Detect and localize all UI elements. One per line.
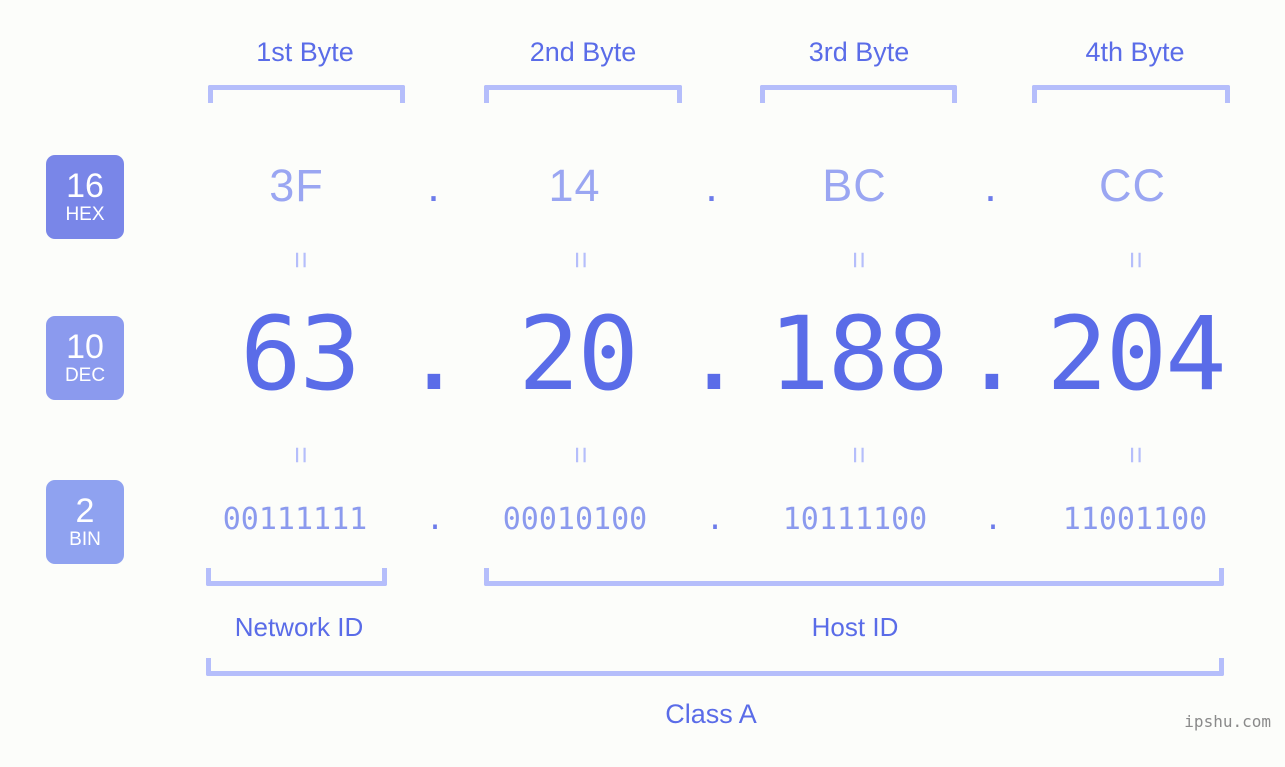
class-label: Class A xyxy=(665,699,757,729)
radix-badge-hex-name: HEX xyxy=(65,203,105,225)
dec-octet-3: 188 xyxy=(768,295,948,414)
byte-header-3: 3rd Byte xyxy=(808,37,910,67)
hex-separator-3: . xyxy=(984,160,998,211)
equals-sign-hex-dec-1: = xyxy=(284,251,317,269)
equals-sign-dec-bin-1: = xyxy=(284,446,317,464)
bin-octet-2: 00010100 xyxy=(502,502,648,537)
equals-sign-dec-bin-4: = xyxy=(1119,446,1152,464)
dec-separator-2: . xyxy=(683,295,744,414)
equals-sign-hex-dec-4: = xyxy=(1119,251,1152,269)
radix-badge-bin-number: 2 xyxy=(75,491,95,530)
bin-octet-4: 11001100 xyxy=(1062,502,1208,537)
hex-octet-1: 3F xyxy=(269,160,324,211)
bin-octet-1: 00111111 xyxy=(222,502,368,537)
byte-bracket-3 xyxy=(760,85,957,103)
bin-separator-1: . xyxy=(425,502,445,537)
hex-octet-2: 14 xyxy=(548,160,601,211)
radix-badge-dec-name: DEC xyxy=(64,364,106,386)
dec-octet-2: 20 xyxy=(518,295,639,414)
dec-octet-4: 204 xyxy=(1046,295,1226,414)
byte-header-1: 1st Byte xyxy=(256,37,354,67)
site-watermark: ipshu.com xyxy=(1184,712,1271,731)
equals-sign-hex-dec-2: = xyxy=(564,251,597,269)
byte-bracket-4 xyxy=(1032,85,1230,103)
byte-header-4: 4th Byte xyxy=(1085,37,1185,67)
hex-octet-4: CC xyxy=(1099,160,1166,211)
class-bracket xyxy=(206,658,1224,676)
host-id-label: Host ID xyxy=(811,612,899,642)
hex-separator-1: . xyxy=(427,160,441,211)
equals-sign-dec-bin-3: = xyxy=(842,446,875,464)
radix-badge-hex-number: 16 xyxy=(66,166,104,205)
radix-badge-dec-number: 10 xyxy=(66,327,104,366)
equals-sign-dec-bin-2: = xyxy=(564,446,597,464)
byte-bracket-1 xyxy=(208,85,405,103)
radix-badge-bin: 2 BIN xyxy=(46,480,124,564)
radix-badge-bin-name: BIN xyxy=(69,528,101,550)
ip-address-breakdown-diagram: 1st Byte 2nd Byte 3rd Byte 4th Byte 16 H… xyxy=(0,0,1285,767)
hex-separator-2: . xyxy=(705,160,719,211)
dec-separator-3: . xyxy=(961,295,1022,414)
host-id-bracket xyxy=(484,568,1224,586)
dec-separator-1: . xyxy=(403,295,464,414)
radix-badge-dec: 10 DEC xyxy=(46,316,124,400)
equals-sign-hex-dec-3: = xyxy=(842,251,875,269)
bin-octet-3: 10111100 xyxy=(782,502,928,537)
network-id-bracket xyxy=(206,568,387,586)
bin-separator-3: . xyxy=(983,502,1003,537)
byte-bracket-2 xyxy=(484,85,682,103)
radix-badge-hex: 16 HEX xyxy=(46,155,124,239)
network-id-label: Network ID xyxy=(234,612,364,642)
byte-header-2: 2nd Byte xyxy=(529,37,637,67)
bin-separator-2: . xyxy=(705,502,725,537)
dec-octet-1: 63 xyxy=(240,295,361,414)
hex-octet-3: BC xyxy=(822,160,887,211)
